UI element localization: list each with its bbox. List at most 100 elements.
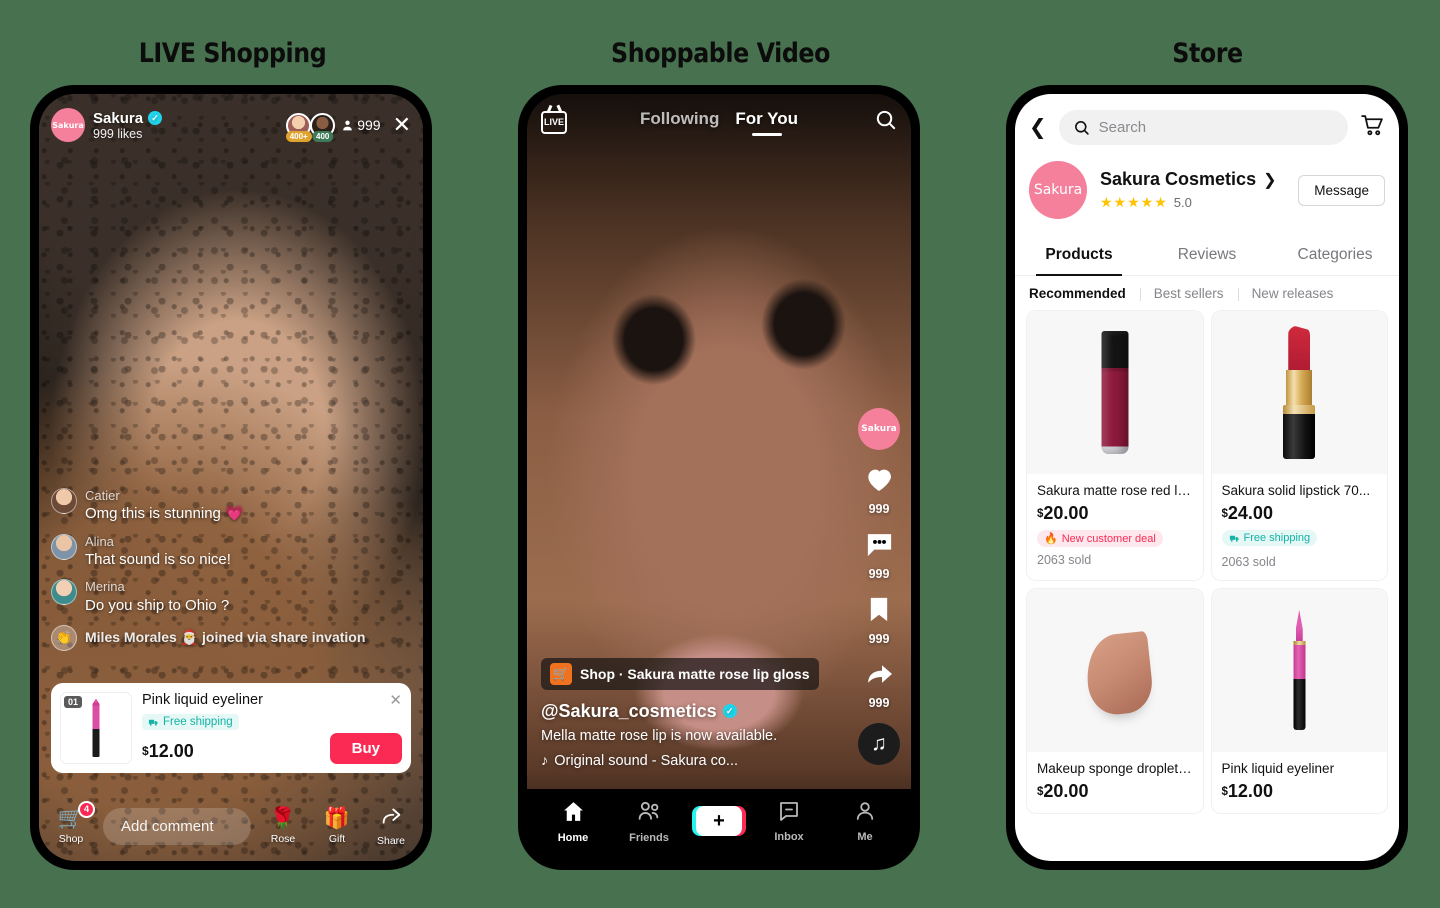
- search-icon: [1074, 121, 1089, 135]
- phone-shoppable-video: LIVE Following For You Sakura 999 999 99…: [518, 85, 920, 870]
- like-button[interactable]: 999: [862, 463, 896, 516]
- rose-icon: 🌹: [269, 807, 297, 830]
- gift-button[interactable]: 🎁 Gift: [315, 808, 359, 845]
- product-name: Pink liquid eyeliner: [1221, 760, 1335, 776]
- store-rating-value: 5.0: [1173, 195, 1192, 210]
- live-product-card[interactable]: 01 Pink liquid eyeliner Free shipping $1…: [51, 683, 411, 773]
- live-shopping-screen: Sakura Sakura ✓ 999 likes 400+ 400 999 ✕…: [39, 94, 423, 861]
- tab-for-you[interactable]: For You: [735, 109, 798, 136]
- creator-username-text: @Sakura_cosmetics: [541, 700, 717, 721]
- comment-text: Do you ship to Ohio ?: [85, 596, 230, 614]
- share-button[interactable]: 999: [863, 659, 896, 710]
- heart-icon: [868, 469, 891, 491]
- comment-author: Alina: [85, 533, 114, 549]
- product-info: Sakura matte rose red li ... $20.00 🔥 Ne…: [1027, 474, 1203, 578]
- video-sound-label: Original sound - Sakura co...: [554, 753, 739, 769]
- shop-product-tag[interactable]: 🛒 Shop · Sakura matte rose lip gloss: [541, 657, 819, 690]
- nav-create[interactable]: +: [692, 806, 746, 836]
- shopping-cart-icon[interactable]: [1360, 113, 1385, 143]
- badge-label: New customer deal: [1061, 532, 1156, 545]
- shop-button[interactable]: 🛒 4 Shop: [49, 801, 96, 845]
- store-name[interactable]: Sakura Cosmetics ❯: [1100, 169, 1276, 190]
- product-price: $24.00: [1222, 503, 1378, 524]
- viewer-badge-2: 400: [312, 130, 334, 142]
- viewer-avatar-1[interactable]: 400+: [285, 112, 312, 142]
- product-card[interactable]: Sakura matte rose red li ... $20.00 🔥 Ne…: [1027, 311, 1203, 580]
- product-image: [1211, 588, 1387, 752]
- eyeliner-art: [1293, 609, 1306, 731]
- tab-following[interactable]: Following: [640, 109, 719, 136]
- share-button[interactable]: Share: [369, 806, 413, 847]
- clap-hands-icon: 👏: [51, 625, 77, 651]
- comment-author: Catier: [85, 487, 120, 503]
- creator-avatar[interactable]: Sakura: [858, 408, 900, 450]
- filter-new-releases[interactable]: New releases: [1237, 286, 1348, 301]
- host-name: Sakura ✓: [93, 109, 163, 127]
- message-button[interactable]: Message: [1298, 174, 1385, 206]
- product-sold-count: 2063 sold: [1037, 553, 1092, 567]
- tab-reviews[interactable]: Reviews: [1143, 235, 1271, 275]
- rose-gift-button[interactable]: 🌹 Rose: [261, 808, 305, 845]
- host-name-text: Sakura: [93, 109, 144, 127]
- product-card[interactable]: Makeup sponge droplet ... $20.00: [1027, 588, 1203, 813]
- bookmark-button[interactable]: 999: [865, 594, 893, 646]
- tab-products[interactable]: Products: [1015, 235, 1143, 275]
- filter-best-sellers[interactable]: Best sellers: [1139, 286, 1238, 301]
- host-info[interactable]: Sakura Sakura ✓ 999 likes: [51, 108, 163, 142]
- nav-me-label: Me: [857, 831, 873, 843]
- tiktok-note-icon[interactable]: ♫: [858, 723, 900, 765]
- free-shipping-chip: Free shipping: [142, 714, 239, 730]
- app-bottom-nav: Home Friends + Inbox Me: [527, 789, 911, 861]
- host-avatar[interactable]: Sakura: [51, 108, 85, 142]
- nav-home[interactable]: Home: [544, 799, 602, 844]
- product-title: Pink liquid eyeliner: [142, 692, 263, 708]
- price-value: 24.00: [1227, 503, 1273, 523]
- chevron-left-icon[interactable]: ❮: [1029, 115, 1047, 140]
- filter-recommended[interactable]: Recommended: [1029, 286, 1140, 301]
- creator-username[interactable]: @Sakura_cosmetics ✓: [541, 701, 831, 722]
- nav-me[interactable]: Me: [836, 799, 894, 843]
- star-rating-icon: ★★★★★: [1100, 194, 1168, 210]
- product-price: $12.00: [1222, 781, 1378, 802]
- product-card[interactable]: Pink liquid eyeliner $12.00: [1211, 588, 1387, 813]
- price-value: 20.00: [1043, 780, 1089, 801]
- join-notice-row: 👏 Miles Morales 🎅 joined via share invat…: [51, 625, 381, 651]
- product-image: [1027, 588, 1203, 752]
- free-shipping-chip-label: Free shipping: [163, 716, 233, 728]
- gift-label: Gift: [328, 833, 346, 845]
- tab-categories[interactable]: Categories: [1271, 235, 1399, 275]
- viewer-count: 999: [341, 117, 381, 133]
- share-label: Share: [376, 835, 406, 847]
- product-thumbnail[interactable]: 01: [60, 692, 132, 764]
- product-name: Sakura matte rose red li ...: [1037, 483, 1193, 498]
- host-likes: 999 likes: [93, 126, 143, 141]
- product-price: $20.00: [1037, 503, 1193, 524]
- avatar: [51, 579, 77, 606]
- viewer-avatar-2[interactable]: 400: [310, 112, 336, 142]
- store-avatar[interactable]: Sakura: [1029, 161, 1087, 219]
- price-value: 12.00: [1227, 780, 1273, 801]
- live-bottom-bar: 🛒 4 Shop Add comment 🌹 Rose 🎁 Gift Share: [49, 801, 413, 847]
- product-info: Makeup sponge droplet ... $20.00: [1027, 752, 1203, 813]
- buy-button[interactable]: Buy: [329, 733, 402, 764]
- viewer-list[interactable]: 400+ 400 999 ✕: [285, 112, 411, 142]
- person-icon: [343, 120, 353, 130]
- product-details: Pink liquid eyeliner Free shipping $12.0…: [142, 692, 402, 764]
- nav-inbox[interactable]: Inbox: [760, 799, 818, 843]
- live-tv-icon[interactable]: LIVE: [541, 110, 567, 134]
- section-title-store: Store: [1172, 38, 1243, 69]
- comment-text: That sound is so nice!: [85, 550, 231, 568]
- nav-friends[interactable]: Friends: [620, 799, 678, 844]
- comment-icon: [867, 534, 891, 557]
- product-card[interactable]: Sakura solid lipstick 70... $24.00 Free …: [1211, 311, 1387, 580]
- close-icon[interactable]: ✕: [393, 114, 411, 136]
- comment-button[interactable]: 999: [863, 529, 896, 581]
- comment-text: Omg this is stunning 💗: [85, 505, 244, 522]
- section-title-live-shopping: LIVE Shopping: [138, 38, 327, 69]
- search-icon[interactable]: [874, 108, 897, 136]
- video-sound[interactable]: ♪ Original sound - Sakura co...: [541, 753, 831, 769]
- search-input[interactable]: Search: [1058, 110, 1348, 145]
- store-header: ❮ Search: [1015, 94, 1399, 145]
- add-comment-input[interactable]: Add comment: [103, 808, 251, 845]
- close-icon[interactable]: ✕: [389, 691, 402, 709]
